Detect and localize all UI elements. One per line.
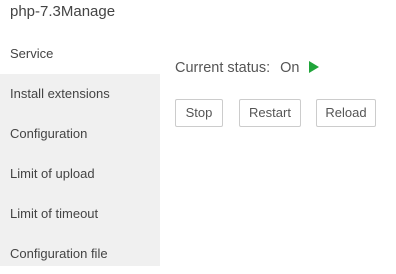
title-bar: php-7.3Manage — [0, 0, 396, 34]
sidebar-item-install-extensions[interactable]: Install extensions — [0, 74, 160, 114]
sidebar-item-configuration[interactable]: Configuration — [0, 114, 160, 154]
sidebar: Service Install extensions Configuration… — [0, 34, 160, 266]
status-row: Current status: On — [175, 59, 319, 77]
restart-button[interactable]: Restart — [239, 99, 301, 127]
sidebar-item-configuration-file[interactable]: Configuration file — [0, 234, 160, 274]
sidebar-item-service[interactable]: Service — [0, 34, 160, 74]
main-panel: Current status: On Stop Restart Reload — [160, 34, 396, 266]
status-value: On — [280, 60, 300, 76]
stop-button[interactable]: Stop — [175, 99, 223, 127]
sidebar-item-limit-of-timeout[interactable]: Limit of timeout — [0, 194, 160, 234]
status-label: Current status: — [175, 60, 271, 76]
window-title: php-7.3Manage — [10, 3, 116, 20]
reload-button[interactable]: Reload — [316, 99, 376, 127]
sidebar-item-limit-of-upload[interactable]: Limit of upload — [0, 154, 160, 194]
play-icon — [308, 61, 319, 73]
